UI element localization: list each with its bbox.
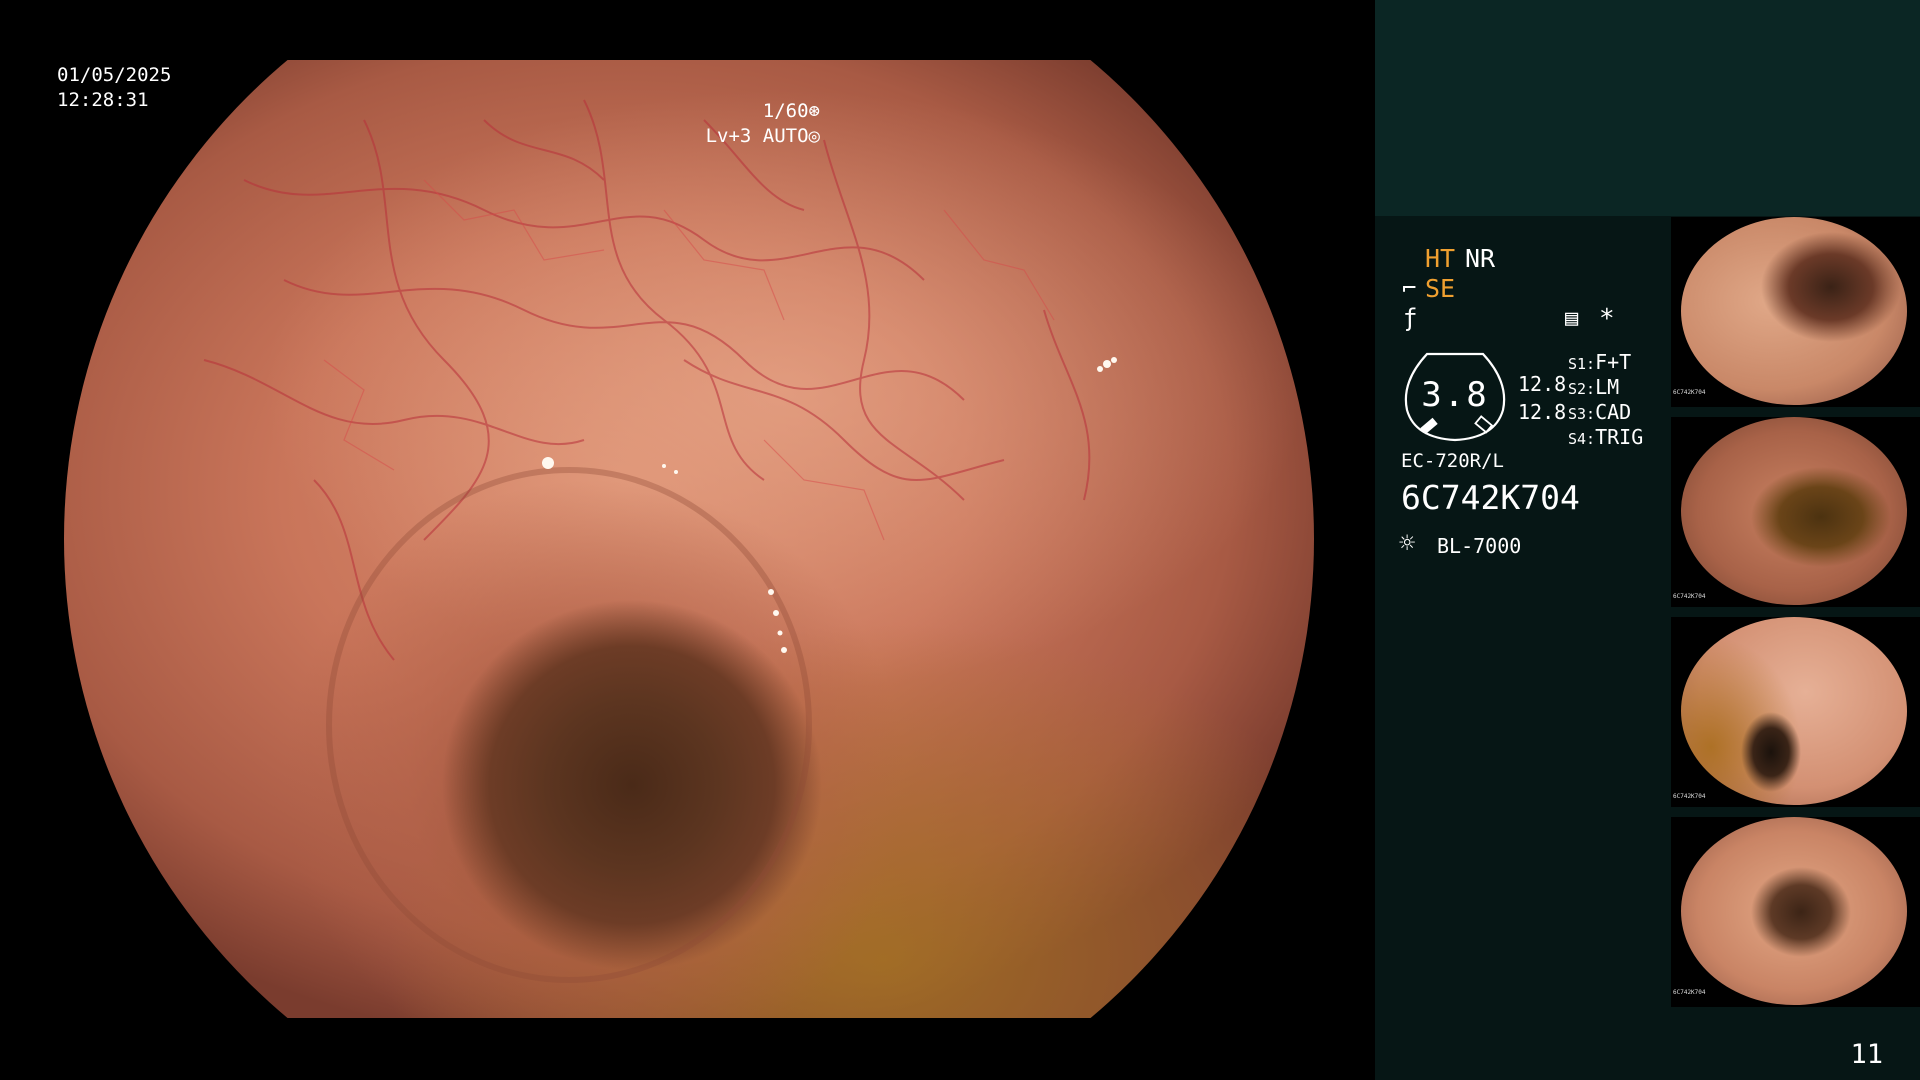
- thumbnail-image: [1681, 817, 1907, 1005]
- asterisk-icon: *: [1599, 304, 1615, 334]
- gauge-value-text: 3.8: [1421, 375, 1489, 415]
- mode-ht-label: HT: [1425, 244, 1456, 273]
- endoscopic-colon-image: [64, 60, 1314, 1018]
- capture-thumbnail-4[interactable]: 6C742K704: [1671, 817, 1920, 1007]
- endoscope-main-view: 01/05/2025 12:28:31 1/60⊛ Lv+3 AUTO◎: [0, 0, 1374, 1080]
- switch-key-1: S1:: [1568, 355, 1596, 373]
- mode-se-label: SE: [1425, 274, 1456, 303]
- switch-key-3: S3:: [1568, 405, 1596, 423]
- parameter-value-1: 12.8: [1518, 372, 1567, 396]
- date-time-display: 01/05/2025 12:28:31: [57, 63, 171, 113]
- aperture-icon: ⊛: [808, 100, 820, 122]
- mode-nr-label: NR: [1465, 244, 1496, 273]
- capture-thumbnail-3[interactable]: 6C742K704: [1671, 617, 1920, 807]
- freeze-icon: ƒ: [1403, 304, 1418, 332]
- switch-value-2: LM: [1595, 375, 1620, 399]
- time-text: 12:28:31: [57, 89, 149, 111]
- page-number: 11: [1850, 1039, 1883, 1070]
- thumbnail-serial: 6C742K704: [1673, 989, 1706, 996]
- exposure-readout: 1/60⊛ Lv+3 AUTO◎: [706, 99, 820, 149]
- shutter-speed-text: 1/60: [762, 100, 809, 122]
- panel-header-area: [1375, 0, 1920, 216]
- capture-thumbnail-2[interactable]: 6C742K704: [1671, 417, 1920, 607]
- scope-serial-text: 6C742K704: [1401, 478, 1580, 517]
- light-source-text: BL-7000: [1437, 534, 1522, 558]
- switch-value-1: F+T: [1595, 350, 1632, 374]
- thumbnail-image: [1681, 217, 1907, 405]
- date-text: 01/05/2025: [57, 64, 172, 86]
- thumbnail-serial: 6C742K704: [1673, 793, 1706, 800]
- scope-model-text: EC-720R/L: [1401, 450, 1504, 472]
- light-source-icon: ☼: [1399, 528, 1416, 559]
- document-icon: ▤: [1565, 306, 1579, 331]
- switch-assignment-1: S1:F+T: [1568, 350, 1631, 374]
- switch-assignment-3: S3:CAD: [1568, 400, 1631, 424]
- enhance-icon: ⌐: [1402, 274, 1417, 302]
- capture-thumbnail-1[interactable]: 6C742K704: [1671, 217, 1920, 407]
- thumbnail-serial: 6C742K704: [1673, 593, 1706, 600]
- thumbnail-serial: 6C742K704: [1673, 389, 1706, 396]
- thumbnail-image: [1681, 417, 1907, 605]
- iris-icon: ◎: [808, 125, 820, 147]
- switch-key-4: S4:: [1568, 430, 1596, 448]
- switch-value-4: TRIG: [1595, 425, 1644, 449]
- switch-value-3: CAD: [1595, 400, 1632, 424]
- thumbnail-image: [1681, 617, 1907, 805]
- parameter-value-2: 12.8: [1518, 400, 1567, 424]
- switch-assignment-4: S4:TRIG: [1568, 425, 1643, 449]
- exposure-level-text: Lv+3 AUTO: [705, 125, 809, 147]
- switch-assignment-2: S2:LM: [1568, 375, 1619, 399]
- switch-key-2: S2:: [1568, 380, 1596, 398]
